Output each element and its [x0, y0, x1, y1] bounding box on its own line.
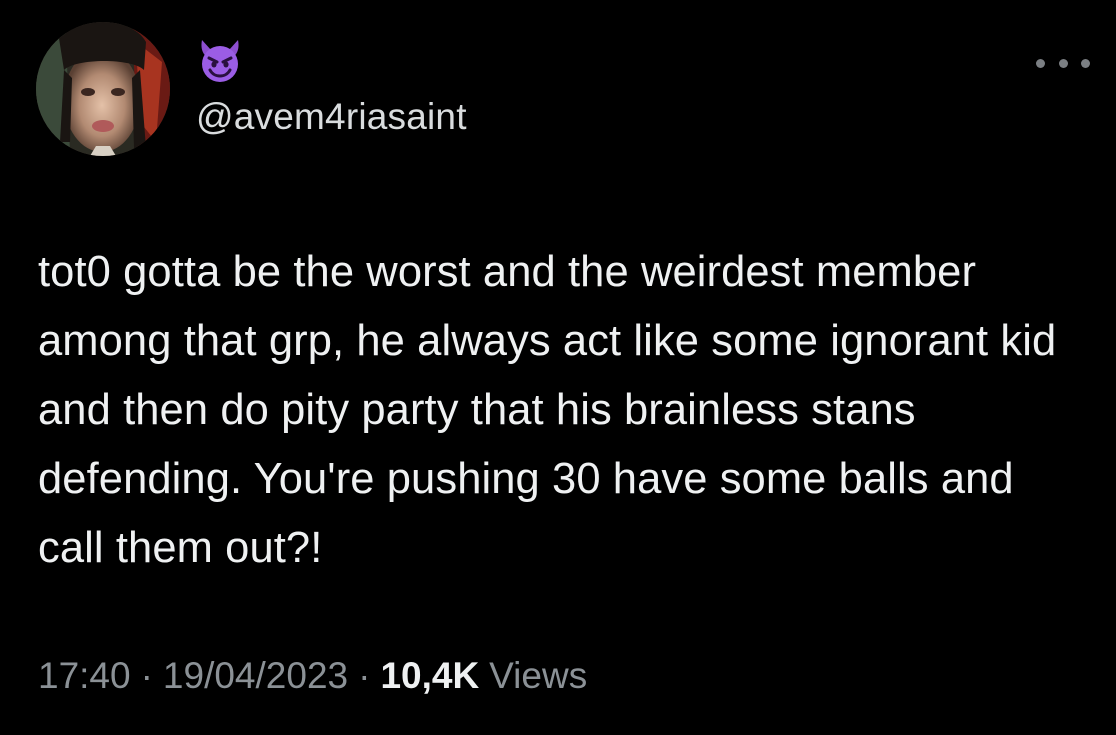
user-handle[interactable]: @avem4riasaint: [196, 96, 467, 138]
display-name[interactable]: [196, 34, 244, 86]
more-options-button[interactable]: [1036, 48, 1090, 78]
views-label[interactable]: Views: [489, 655, 587, 697]
views-count[interactable]: 10,4K: [380, 655, 479, 697]
meta-separator: ·: [140, 655, 153, 696]
tweet: @avem4riasaint tot0 gotta be the worst a…: [0, 0, 1116, 735]
tweet-time[interactable]: 17:40: [38, 655, 131, 697]
more-dot-icon: [1058, 58, 1068, 68]
meta-separator: ·: [358, 655, 371, 696]
more-dot-icon: [1081, 58, 1090, 68]
avatar[interactable]: [36, 22, 170, 156]
tweet-text: tot0 gotta be the worst and the weirdest…: [38, 248, 1057, 572]
avatar-photo: [36, 22, 170, 156]
tweet-meta: 17:40 · 19/04/2023 · 10,4K Views: [38, 655, 587, 697]
tweet-date[interactable]: 19/04/2023: [163, 655, 348, 697]
more-dot-icon: [1036, 58, 1045, 68]
smiling-face-with-horns-icon: [201, 40, 239, 82]
